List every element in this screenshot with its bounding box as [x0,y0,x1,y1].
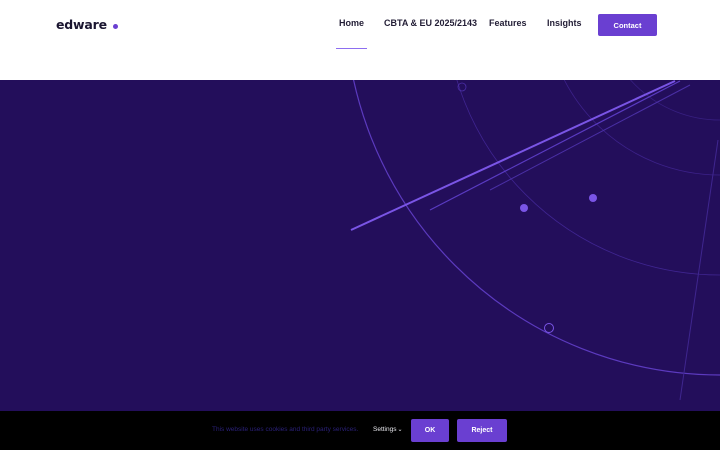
cookie-banner: This website uses cookies and third part… [0,411,720,450]
logo-dot-icon [113,24,118,29]
decor-arc-innermost [630,80,720,121]
decor-arc-outer [353,80,720,376]
decor-line-3 [489,84,691,191]
chevron-down-icon: ⌄ [397,427,403,433]
decor-line-vertical [679,139,719,401]
hero-decoration [350,80,720,401]
cookie-ok-button[interactable]: OK [411,419,449,442]
cookie-settings-link[interactable]: Settings ⌄ [373,426,403,433]
decor-ring-bottom [544,323,554,333]
nav-cbta-eu[interactable]: CBTA & EU 2025/2143 [384,18,477,28]
cookie-reject-button[interactable]: Reject [457,419,507,442]
nav-features[interactable]: Features [489,18,527,28]
decor-line-main [350,80,676,231]
nav-home[interactable]: Home [339,18,364,28]
nav-insights[interactable]: Insights [547,18,582,28]
decor-arc-inner [563,80,720,176]
decor-arc-middle [456,80,720,276]
hero-section [0,80,720,411]
contact-button[interactable]: Contact [598,14,657,36]
decor-line-2 [429,80,681,211]
site-header: edware Home CBTA & EU 2025/2143 Features… [0,0,720,80]
decor-dot-1 [520,204,528,212]
cookie-settings-label: Settings [373,426,397,433]
decor-dot-2 [589,194,597,202]
nav-active-underline [336,48,367,49]
logo[interactable]: edware [56,17,107,33]
cookie-notice-text: This website uses cookies and third part… [212,426,359,433]
